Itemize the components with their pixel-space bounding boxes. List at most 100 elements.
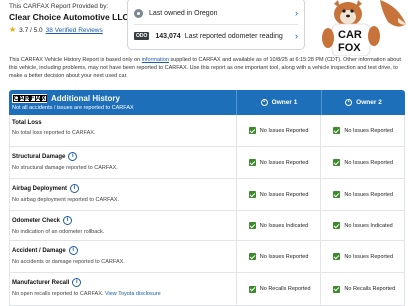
- rating-value: 3.7 / 5.0: [19, 26, 43, 34]
- row-label: Odometer Check: [12, 217, 61, 224]
- status-text: No Recalls Reported: [259, 286, 311, 292]
- star-icon: ★: [9, 25, 17, 34]
- checkmark-icon: [248, 127, 256, 134]
- row-label: Airbag Deployment: [12, 185, 68, 192]
- checkmark-icon: [248, 191, 256, 198]
- toyota-disclosure-link[interactable]: View Toyota disclosure: [105, 291, 161, 297]
- owner-1-status-cell: No Issues Reported: [235, 241, 321, 272]
- row-description: No indication of an odometer rollback.: [12, 229, 105, 235]
- header-title-cell: CARFAX Additional History Not all accide…: [9, 90, 236, 115]
- status-text: No Issues Reported: [259, 127, 309, 134]
- odometer-value: 143,074: [155, 32, 181, 40]
- svg-text:FOX: FOX: [338, 42, 361, 54]
- table-row: Odometer Check i No indication of an odome…: [9, 211, 405, 241]
- disclaimer-text-1: This CARFAX Vehicle History Report is ba…: [9, 57, 142, 63]
- table-row: Accident / Damage i No accidents or damage…: [9, 241, 405, 273]
- row-label: Accident / Damage: [12, 247, 66, 254]
- checkmark-icon: [248, 253, 256, 260]
- owner-location-row[interactable]: Last owned in Oregon ›: [134, 3, 298, 23]
- checkmark-icon: [333, 127, 341, 134]
- status-text: No Issues Reported: [344, 127, 393, 134]
- owner-2-header: • Owner 2: [321, 90, 405, 115]
- carfax-logo: CARFAX: [12, 94, 47, 103]
- card-divider: [134, 24, 298, 25]
- checkmark-icon: [333, 222, 341, 229]
- row-label-cell: Odometer Check i No indication of an odome…: [10, 211, 236, 240]
- checkmark-icon: [248, 222, 256, 229]
- row-label: Manufacturer Recall: [12, 279, 70, 286]
- info-icon[interactable]: i: [70, 184, 80, 193]
- status-text: No Issues Reported: [344, 191, 393, 198]
- checkmark-icon: [248, 285, 256, 293]
- odometer-row[interactable]: ODO 143,074 Last reported odometer readi…: [134, 27, 298, 45]
- status-text: No Issues Indicated: [344, 222, 393, 229]
- status-text: No Issues Reported: [259, 191, 309, 198]
- chevron-right-icon: ›: [295, 31, 298, 41]
- status-text: No Issues Reported: [259, 253, 309, 260]
- owner-icon: •: [260, 99, 268, 106]
- row-label-cell: Manufacturer Recall i No open recalls repo…: [10, 273, 236, 305]
- info-icon[interactable]: i: [68, 246, 78, 255]
- row-description: No structural damage reported to CARFAX.: [12, 165, 118, 171]
- checkmark-icon: [333, 159, 341, 166]
- owner-2-status-cell: No Issues Reported: [320, 241, 404, 272]
- checkmark-icon: [333, 191, 341, 198]
- row-label-cell: Structural Damage i No structural damage r…: [10, 147, 236, 178]
- vehicle-summary-card: Last owned in Oregon › ODO 143,074 Last …: [127, 0, 305, 50]
- owner-1-status-cell: No Recalls Reported: [235, 273, 321, 305]
- owner-2-status-cell: No Issues Reported: [320, 147, 404, 178]
- row-label-cell: Total Loss No total loss reported to CARF…: [10, 115, 236, 146]
- owner-1-status-cell: No Issues Reported: [235, 147, 321, 178]
- owner-2-status-cell: No Issues Indicated: [320, 211, 404, 240]
- owner-2-status-cell: No Issues Reported: [320, 115, 404, 146]
- svg-text:CAR: CAR: [338, 29, 362, 41]
- info-icon[interactable]: i: [68, 152, 78, 161]
- status-text: No Recalls Reported: [344, 286, 396, 292]
- table-row: Structural Damage i No structural damage r…: [9, 147, 405, 179]
- report-header: This CARFAX Report Provided by: Clear Ch…: [0, 0, 408, 56]
- info-icon[interactable]: i: [63, 216, 73, 225]
- owner-1-status-cell: No Issues Reported: [235, 115, 321, 146]
- owner-location-text: Last owned in Oregon: [149, 9, 218, 17]
- owner-1-status-cell: No Issues Reported: [235, 179, 321, 210]
- table-title: Additional History: [51, 94, 120, 103]
- status-text: No Issues Reported: [259, 159, 309, 166]
- table-subtitle: Not all accidents / issues are reported …: [12, 105, 134, 111]
- row-label: Total Loss: [12, 120, 42, 126]
- status-text: No Issues Reported: [344, 253, 393, 260]
- owner-2-status-cell: No Issues Reported: [320, 179, 404, 210]
- owner-1-header: • Owner 1: [236, 90, 321, 115]
- owner-icon: •: [345, 99, 353, 106]
- odometer-label: Last reported odometer reading: [184, 32, 283, 40]
- row-description: No airbag deployment reported to CARFAX.: [12, 197, 120, 203]
- checkmark-icon: [333, 285, 341, 293]
- status-text: No Issues Reported: [344, 159, 393, 166]
- table-row: Airbag Deployment i No airbag deployment r…: [9, 179, 405, 211]
- dealer-rating: ★ 3.7 / 5.0 38 Verified Reviews: [9, 26, 103, 34]
- row-description: No open recalls reported to CARFAX.: [12, 291, 105, 297]
- row-label-cell: Accident / Damage i No accidents or damage…: [10, 241, 236, 272]
- row-description: No accidents or damage reported to CARFA…: [12, 259, 125, 265]
- chevron-right-icon: ›: [295, 8, 298, 18]
- additional-history-table: CARFAX Additional History Not all accide…: [9, 90, 405, 306]
- location-pin-icon: [134, 8, 143, 18]
- table-header: CARFAX Additional History Not all accide…: [9, 90, 405, 115]
- information-link[interactable]: information: [142, 57, 169, 63]
- table-row: Manufacturer Recall i No open recalls repo…: [9, 273, 405, 306]
- row-label-cell: Airbag Deployment i No airbag deployment r…: [10, 179, 236, 210]
- carfox-mascot-image: CAR FOX: [318, 0, 408, 56]
- odometer-icon: ODO: [134, 32, 150, 40]
- row-description: No total loss reported to CARFAX.: [12, 130, 96, 136]
- checkmark-icon: [333, 253, 341, 260]
- info-icon[interactable]: i: [72, 278, 82, 287]
- owner-2-status-cell: No Recalls Reported: [320, 273, 404, 305]
- table-row: Total Loss No total loss reported to CARF…: [9, 115, 405, 147]
- owner-1-status-cell: No Issues Indicated: [235, 211, 321, 240]
- status-text: No Issues Indicated: [259, 222, 309, 229]
- report-disclaimer: This CARFAX Vehicle History Report is ba…: [9, 56, 403, 81]
- provided-by-label: This CARFAX Report Provided by:: [9, 3, 109, 10]
- dealer-name: Clear Choice Automotive LLC: [9, 12, 129, 22]
- row-label: Structural Damage: [12, 153, 66, 160]
- checkmark-icon: [248, 159, 256, 166]
- verified-reviews-link[interactable]: 38 Verified Reviews: [46, 27, 103, 34]
